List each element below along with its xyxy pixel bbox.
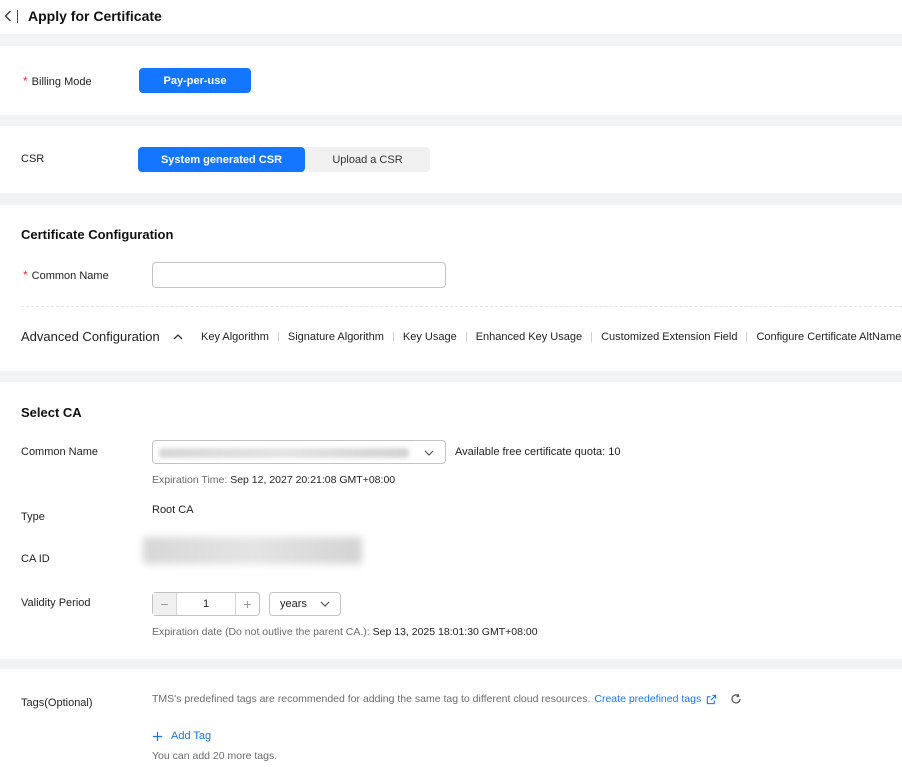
separator: [465, 332, 467, 342]
key-usage-link[interactable]: Key Usage: [403, 331, 457, 343]
upload-csr-option[interactable]: Upload a CSR: [305, 147, 430, 172]
page-title: Apply for Certificate: [28, 8, 162, 24]
add-tag-button[interactable]: Add Tag: [152, 730, 211, 742]
pay-per-use-button[interactable]: Pay-per-use: [139, 68, 251, 93]
redacted-value: [159, 448, 409, 458]
validity-expiration-date: Expiration date (Do not outlive the pare…: [152, 626, 538, 638]
add-tag-label: Add Tag: [171, 730, 212, 742]
separator: [746, 332, 748, 342]
header-divider: [17, 10, 18, 23]
csr-section: CSR System generated CSR Upload a CSR: [0, 126, 902, 193]
signature-algorithm-link[interactable]: Signature Algorithm: [288, 331, 384, 343]
back-button[interactable]: [2, 8, 14, 24]
ca-id-label: CA ID: [21, 553, 50, 565]
validity-value[interactable]: 1: [177, 593, 235, 615]
chevron-up-icon: [173, 334, 183, 340]
required-mark: *: [23, 74, 28, 88]
tags-label: Tags(Optional): [21, 697, 93, 709]
redacted-ca-id: [143, 537, 362, 564]
select-ca-title: Select CA: [21, 405, 82, 420]
tags-hint: TMS's predefined tags are recommended fo…: [152, 693, 742, 705]
billing-section: * Billing Mode Pay-per-use: [0, 46, 902, 115]
validity-unit-value: years: [280, 598, 307, 610]
increment-button[interactable]: +: [235, 593, 259, 615]
refresh-icon[interactable]: [730, 693, 742, 705]
separator: [392, 332, 394, 342]
chevron-down-icon: [424, 450, 434, 456]
ca-common-name-select[interactable]: [152, 440, 446, 464]
common-name-label: * Common Name: [23, 268, 109, 282]
select-ca-section: Select CA Common Name Available free cer…: [0, 382, 902, 659]
ca-common-name-label: Common Name: [21, 446, 99, 458]
separator: [277, 332, 279, 342]
validity-stepper: − 1 +: [152, 592, 260, 616]
tags-section: Tags(Optional) TMS's predefined tags are…: [0, 669, 902, 767]
advanced-config-toggle[interactable]: [172, 330, 184, 342]
advanced-config-items: Key Algorithm Signature Algorithm Key Us…: [201, 331, 901, 343]
configure-altname-link[interactable]: Configure Certificate AltName: [756, 331, 901, 343]
advanced-config-title: Advanced Configuration: [21, 329, 160, 344]
system-generated-csr-option[interactable]: System generated CSR: [138, 147, 305, 172]
key-algorithm-link[interactable]: Key Algorithm: [201, 331, 269, 343]
decrement-button[interactable]: −: [153, 593, 177, 615]
enhanced-key-usage-link[interactable]: Enhanced Key Usage: [476, 331, 582, 343]
csr-label: CSR: [21, 153, 45, 165]
chevron-left-icon: [4, 10, 11, 22]
ca-expiration-time: Expiration Time: Sep 12, 2027 20:21:08 G…: [152, 474, 396, 486]
page-header: Apply for Certificate: [0, 0, 902, 34]
certificate-config-section: Certificate Configuration * Common Name A…: [0, 205, 902, 371]
validity-unit-select[interactable]: years: [269, 592, 341, 616]
plus-icon: [152, 731, 163, 741]
divider: [21, 306, 902, 307]
tags-remaining: You can add 20 more tags.: [152, 750, 278, 762]
type-value: Root CA: [152, 504, 194, 516]
external-link-icon[interactable]: [706, 694, 717, 705]
type-label: Type: [21, 511, 45, 523]
cert-config-title: Certificate Configuration: [21, 227, 174, 242]
billing-mode-label: * Billing Mode: [23, 74, 92, 88]
quota-text: Available free certificate quota: 10: [455, 446, 621, 458]
required-mark: *: [23, 268, 28, 282]
customized-extension-field-link[interactable]: Customized Extension Field: [601, 331, 737, 343]
create-predefined-tags-link[interactable]: Create predefined tags: [594, 693, 701, 705]
separator: [591, 332, 593, 342]
common-name-input[interactable]: [152, 262, 446, 288]
chevron-down-icon: [320, 601, 330, 607]
validity-period-label: Validity Period: [21, 597, 91, 609]
